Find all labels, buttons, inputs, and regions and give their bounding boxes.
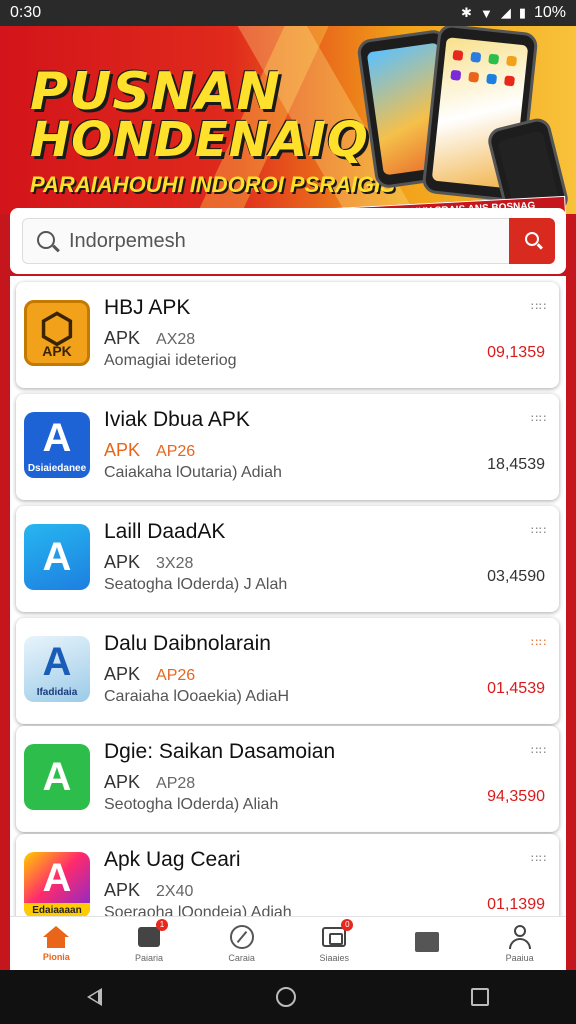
status-bar: 0:30 ✱ ▼ ◢ ▮ 10% (0, 0, 576, 26)
more-icon[interactable]: ∷∷ (531, 636, 547, 649)
app-tag: APK 3X28 (104, 552, 194, 572)
nav-briefcase[interactable]: 1 Paiaria (114, 917, 184, 971)
briefcase-icon: 1 (136, 918, 168, 949)
app-icon: ⬡ APK (24, 300, 90, 366)
battery-level: 10% (533, 4, 566, 21)
app-count: 94,3590 (487, 788, 545, 805)
bottom-nav: Pionia 1 Paiaria Caraia 0 Siaaies Paaiua (10, 916, 566, 970)
home-icon (43, 925, 70, 948)
battery-icon: ▮ (518, 5, 526, 20)
app-count: 18,4539 (487, 456, 545, 473)
app-tag: APK AP28 (104, 772, 196, 792)
app-title: Laill DaadAK (104, 520, 226, 543)
more-icon[interactable]: ∷∷ (531, 300, 547, 313)
promo-banner[interactable]: PUSNAN HONDENAIQ PARAIAHOUHI INDOROI PSR… (0, 26, 576, 214)
app-title: Apk Uag Ceari (104, 848, 241, 871)
app-tag: APK AX28 (104, 328, 196, 348)
recents-icon[interactable] (470, 988, 489, 1006)
notification-badge: 0 (341, 918, 354, 931)
app-card[interactable]: A Dsiaiedanee Iviak Dbua APK APK AP26 Caia… (16, 394, 559, 500)
nav-grid[interactable] (392, 917, 462, 971)
app-icon: A (24, 524, 90, 590)
app-count: 09,1359 (487, 344, 545, 361)
status-time: 0:30 (10, 4, 42, 21)
compass-icon (229, 924, 255, 949)
nav-label: Paiaria (134, 952, 163, 963)
app-tag: APK 2X40 (104, 880, 194, 900)
search-icon (525, 232, 539, 246)
more-icon[interactable]: ∷∷ (531, 412, 547, 425)
user-icon (507, 924, 533, 949)
app-description: Seotogha lOderda) Aliah (104, 796, 279, 813)
app-tag: APK AP26 (104, 664, 196, 684)
more-icon[interactable]: ∷∷ (531, 852, 547, 865)
home-button-icon[interactable] (276, 987, 297, 1007)
app-card[interactable]: A Laill DaadAK APK 3X28 Seatogha lOderda)… (16, 506, 559, 612)
app-title: Iviak Dbua APK (104, 408, 250, 431)
nav-profile[interactable]: Paaiua (485, 917, 555, 971)
app-icon: A Edaiaaaan (24, 852, 90, 918)
system-nav-bar (0, 970, 576, 1024)
wifi-icon: ▼ (479, 5, 493, 21)
search-bar (22, 218, 555, 264)
back-icon[interactable] (87, 988, 103, 1006)
app-icon: A Dsiaiedanee (24, 412, 90, 478)
app-description: Caraiaha lOoaekia) AdiaH (104, 688, 289, 705)
more-icon[interactable]: ∷∷ (531, 524, 547, 537)
app-card[interactable]: A Ifadidaia Dalu Daibnolarain APK AP26 Car… (16, 618, 559, 724)
app-description: Caiakaha lOutaria) Adiah (104, 464, 282, 481)
nav-label: Pionia (42, 951, 70, 962)
banner-subtitle: PARAIAHOUHI INDOROI PSRAIGIS (30, 172, 396, 197)
app-title: Dgie: Saikan Dasamoian (104, 740, 336, 763)
app-count: 01,4539 (487, 680, 545, 697)
app-icon: A Ifadidaia (24, 636, 90, 702)
search-button[interactable] (509, 218, 555, 264)
app-card[interactable]: A Dgie: Saikan Dasamoian APK AP28 Seotogh… (16, 726, 559, 832)
app-tag: APK AP26 (104, 440, 196, 460)
app-description: Seatogha lOderda) J Alah (104, 576, 288, 593)
banner-title-line2: HONDENAIQ (30, 112, 369, 168)
nav-explore[interactable]: Caraia (207, 917, 277, 971)
grid-icon (414, 930, 440, 954)
nav-label: Paaiua (505, 952, 534, 963)
signal-icon: ◢ (500, 5, 511, 20)
search-input[interactable] (69, 225, 499, 257)
nav-label: Caraia (228, 952, 255, 963)
search-icon (37, 231, 55, 249)
notification-badge: 1 (155, 918, 168, 931)
more-icon[interactable]: ∷∷ (531, 744, 547, 757)
nav-frame[interactable]: 0 Siaaies (299, 917, 369, 971)
frame-icon: 0 (321, 918, 354, 949)
app-description: Aomagiai ideteriog (104, 352, 237, 369)
app-card[interactable]: ⬡ APK HBJ APK APK AX28 Aomagiai ideteriog … (16, 282, 559, 388)
app-icon: A (24, 744, 90, 810)
app-count: 03,4590 (487, 568, 545, 585)
bluetooth-icon: ✱ (461, 5, 472, 20)
nav-home[interactable]: Pionia (21, 917, 91, 971)
app-count: 01,1399 (487, 896, 545, 913)
nav-label: Siaaies (319, 952, 350, 963)
app-title: Dalu Daibnolarain (104, 632, 271, 655)
app-title: HBJ APK (104, 296, 191, 319)
